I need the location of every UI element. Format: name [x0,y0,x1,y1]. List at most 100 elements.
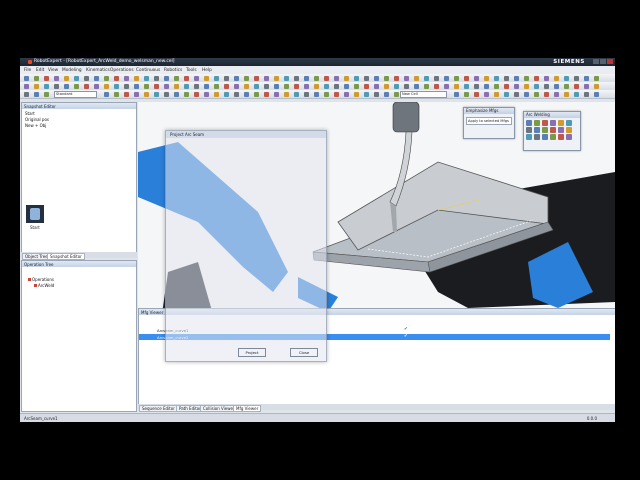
toolbar-tool-icon[interactable] [184,75,189,81]
toolbar-tool-icon[interactable] [484,75,489,81]
toolbar-tool-icon[interactable] [564,75,569,81]
toolbar-tool-icon[interactable] [334,75,339,81]
toolbar-tool-icon[interactable] [234,91,239,97]
toolbar-tool-icon[interactable] [594,83,599,89]
toolbar-tool-icon[interactable] [224,75,229,81]
menu-kinematics[interactable]: Kinematics [86,68,110,73]
cell-select[interactable]: New Cell [400,91,447,98]
toolbar-tool-icon[interactable] [204,83,209,89]
toolbar-tool-icon[interactable] [474,91,479,97]
toolbar-tool-icon[interactable] [304,75,309,81]
toolbar-tool-icon[interactable] [494,91,499,97]
toolbar-tool-icon[interactable] [384,83,389,89]
layout-select[interactable]: Standard [54,91,97,98]
toolbar-tool-icon[interactable] [574,75,579,81]
toolbar-tool-icon[interactable] [94,75,99,81]
close-button[interactable] [607,59,613,64]
toolbar-tool-icon[interactable] [154,83,159,89]
toolbar-tool-icon[interactable] [74,83,79,89]
toolbar-tool-icon[interactable] [264,91,269,97]
toolbar-tool-icon[interactable] [84,75,89,81]
toolbar-tool-icon[interactable] [364,91,369,97]
toolbar-tool-icon[interactable] [24,91,29,97]
toolbar-tool-icon[interactable] [204,75,209,81]
toolbar-tool-icon[interactable] [284,91,289,97]
toolbar-tool-icon[interactable] [434,75,439,81]
toolbar-tool-icon[interactable] [404,75,409,81]
toolbar-tool-icon[interactable] [454,83,459,89]
toolbar-tool-icon[interactable] [294,91,299,97]
toolbar-tool-icon[interactable] [44,75,49,81]
toolbar-tool-icon[interactable] [184,91,189,97]
toolbar-tool-icon[interactable] [514,75,519,81]
tab-collision-viewer[interactable]: Collision Viewer [200,404,238,412]
toolbar-tool-icon[interactable] [284,83,289,89]
toolbar-tool-icon[interactable] [194,91,199,97]
toolbar-tool-icon[interactable] [254,83,259,89]
toolbar-tool-icon[interactable] [224,83,229,89]
toolbar-tool-icon[interactable] [264,83,269,89]
toolbar-tool-icon[interactable] [154,75,159,81]
toolbar-tool-icon[interactable] [534,75,539,81]
arc-tool-icon[interactable] [566,127,572,133]
toolbar-tool-icon[interactable] [174,91,179,97]
toolbar-tool-icon[interactable] [34,91,39,97]
maximize-button[interactable] [600,59,606,64]
toolbar-tool-icon[interactable] [314,91,319,97]
project-button[interactable]: Project [238,348,266,357]
arc-tool-icon[interactable] [526,134,532,140]
toolbar-tool-icon[interactable] [534,83,539,89]
arc-tool-icon[interactable] [526,120,532,126]
apply-to-selected-button[interactable]: Apply to selected Mfgs [466,117,512,125]
toolbar-tool-icon[interactable] [594,91,599,97]
toolbar-tool-icon[interactable] [274,75,279,81]
toolbar-tool-icon[interactable] [334,91,339,97]
toolbar-tool-icon[interactable] [294,75,299,81]
arc-tool-icon[interactable] [542,127,548,133]
toolbar-tool-icon[interactable] [104,83,109,89]
toolbar-tool-icon[interactable] [284,75,289,81]
toolbar-tool-icon[interactable] [524,91,529,97]
toolbar-tool-icon[interactable] [344,75,349,81]
toolbar-tool-icon[interactable] [404,83,409,89]
toolbar-tool-icon[interactable] [244,75,249,81]
menu-operations[interactable]: Operations [110,68,134,73]
toolbar-tool-icon[interactable] [254,91,259,97]
toolbar-tool-icon[interactable] [494,83,499,89]
toolbar-tool-icon[interactable] [324,83,329,89]
toolbar-tool-icon[interactable] [484,83,489,89]
toolbar-tool-icon[interactable] [234,75,239,81]
arc-tool-icon[interactable] [550,120,556,126]
toolbar-tool-icon[interactable] [374,83,379,89]
toolbar-tool-icon[interactable] [224,91,229,97]
toolbar-tool-icon[interactable] [184,83,189,89]
toolbar-tool-icon[interactable] [354,91,359,97]
toolbar-tool-icon[interactable] [374,91,379,97]
toolbar-tool-icon[interactable] [304,91,309,97]
toolbar-tool-icon[interactable] [24,83,29,89]
menu-tools[interactable]: Tools [186,68,197,73]
toolbar-tool-icon[interactable] [124,83,129,89]
toolbar-tool-icon[interactable] [304,83,309,89]
tab-mfg-viewer[interactable]: Mfg Viewer [233,404,262,412]
toolbar-tool-icon[interactable] [344,91,349,97]
toolbar-tool-icon[interactable] [244,91,249,97]
toolbar-tool-icon[interactable] [214,75,219,81]
toolbar-tool-icon[interactable] [124,91,129,97]
toolbar-tool-icon[interactable] [524,75,529,81]
toolbar-tool-icon[interactable] [384,75,389,81]
toolbar-tool-icon[interactable] [504,83,509,89]
toolbar-tool-icon[interactable] [484,91,489,97]
arc-tool-icon[interactable] [534,134,540,140]
toolbar-tool-icon[interactable] [444,75,449,81]
toolbar-tool-icon[interactable] [34,83,39,89]
toolbar-tool-icon[interactable] [394,83,399,89]
toolbar-tool-icon[interactable] [524,83,529,89]
toolbar-tool-icon[interactable] [464,91,469,97]
toolbar-tool-icon[interactable] [534,91,539,97]
toolbar-tool-icon[interactable] [474,75,479,81]
toolbar-tool-icon[interactable] [574,83,579,89]
toolbar-tool-icon[interactable] [464,75,469,81]
toolbar-tool-icon[interactable] [314,83,319,89]
toolbar-tool-icon[interactable] [244,83,249,89]
